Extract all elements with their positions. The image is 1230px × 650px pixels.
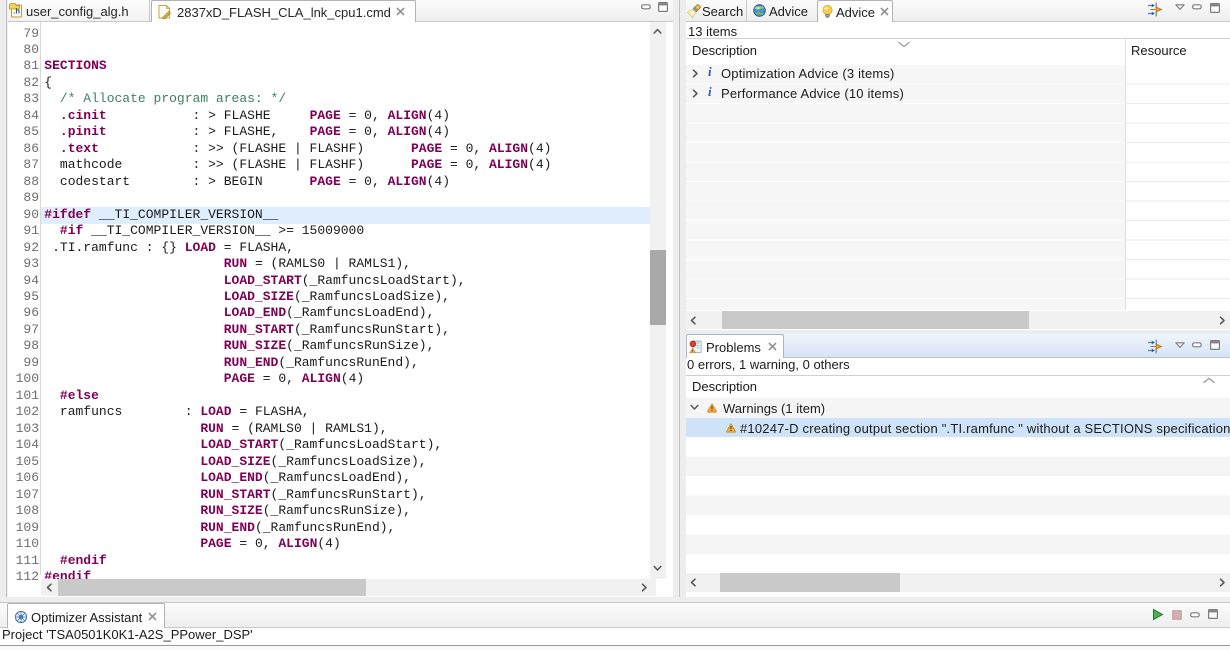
svg-text:.h: .h: [13, 7, 20, 16]
